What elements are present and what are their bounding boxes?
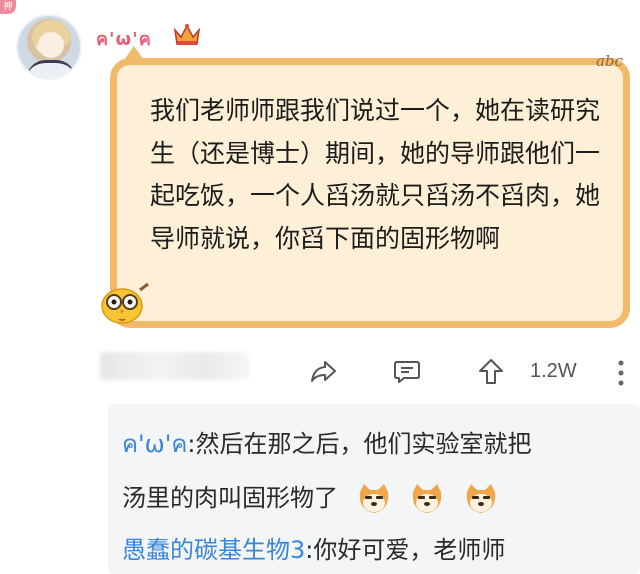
comment-1-separator: : <box>187 430 196 458</box>
chick-sticker-icon <box>101 282 149 324</box>
avatar[interactable] <box>16 14 82 80</box>
doge-emoji-icon <box>466 484 496 513</box>
more-icon[interactable] <box>610 356 632 390</box>
share-button[interactable] <box>308 356 338 386</box>
corner-tag: 神 <box>0 0 16 14</box>
crown-icon <box>173 24 201 45</box>
doge-emoji-icon <box>359 484 388 513</box>
comment-1-continued: 汤里的肉叫固形物了 <box>122 478 499 516</box>
like-button[interactable]: 1.2W <box>476 356 577 386</box>
doge-emoji-icon <box>413 484 442 513</box>
blurred-meta <box>100 352 250 380</box>
comment-2-text-line1: 你好可爱，老师师 <box>313 536 506 564</box>
comment-2-name[interactable]: 愚蠢的碳基生物3 <box>122 536 305 564</box>
share-icon <box>311 361 336 382</box>
bubble-decoration: abc <box>596 52 623 70</box>
thumbs-up-icon <box>479 359 503 384</box>
comment-1-text-line2: 汤里的肉叫固形物了 <box>122 484 338 512</box>
comment-2[interactable]: 愚蠢的碳基生物3:你好可爱，老师师 <box>122 530 505 565</box>
comment-1[interactable]: ค'ω'ค:然后在那之后，他们实验室就把 <box>122 424 532 463</box>
comment-1-name[interactable]: ค'ω'ค <box>122 430 187 458</box>
comment-1-text-line1: 然后在那之后，他们实验室就把 <box>195 430 532 458</box>
post-text: 我们老师师跟我们说过一个，她在读研究生（还是博士）期间，她的导师跟他们一起吃饭，… <box>150 96 601 253</box>
like-count: 1.2W <box>530 359 577 382</box>
comment-button[interactable] <box>392 356 422 386</box>
comment-icon <box>394 361 420 383</box>
